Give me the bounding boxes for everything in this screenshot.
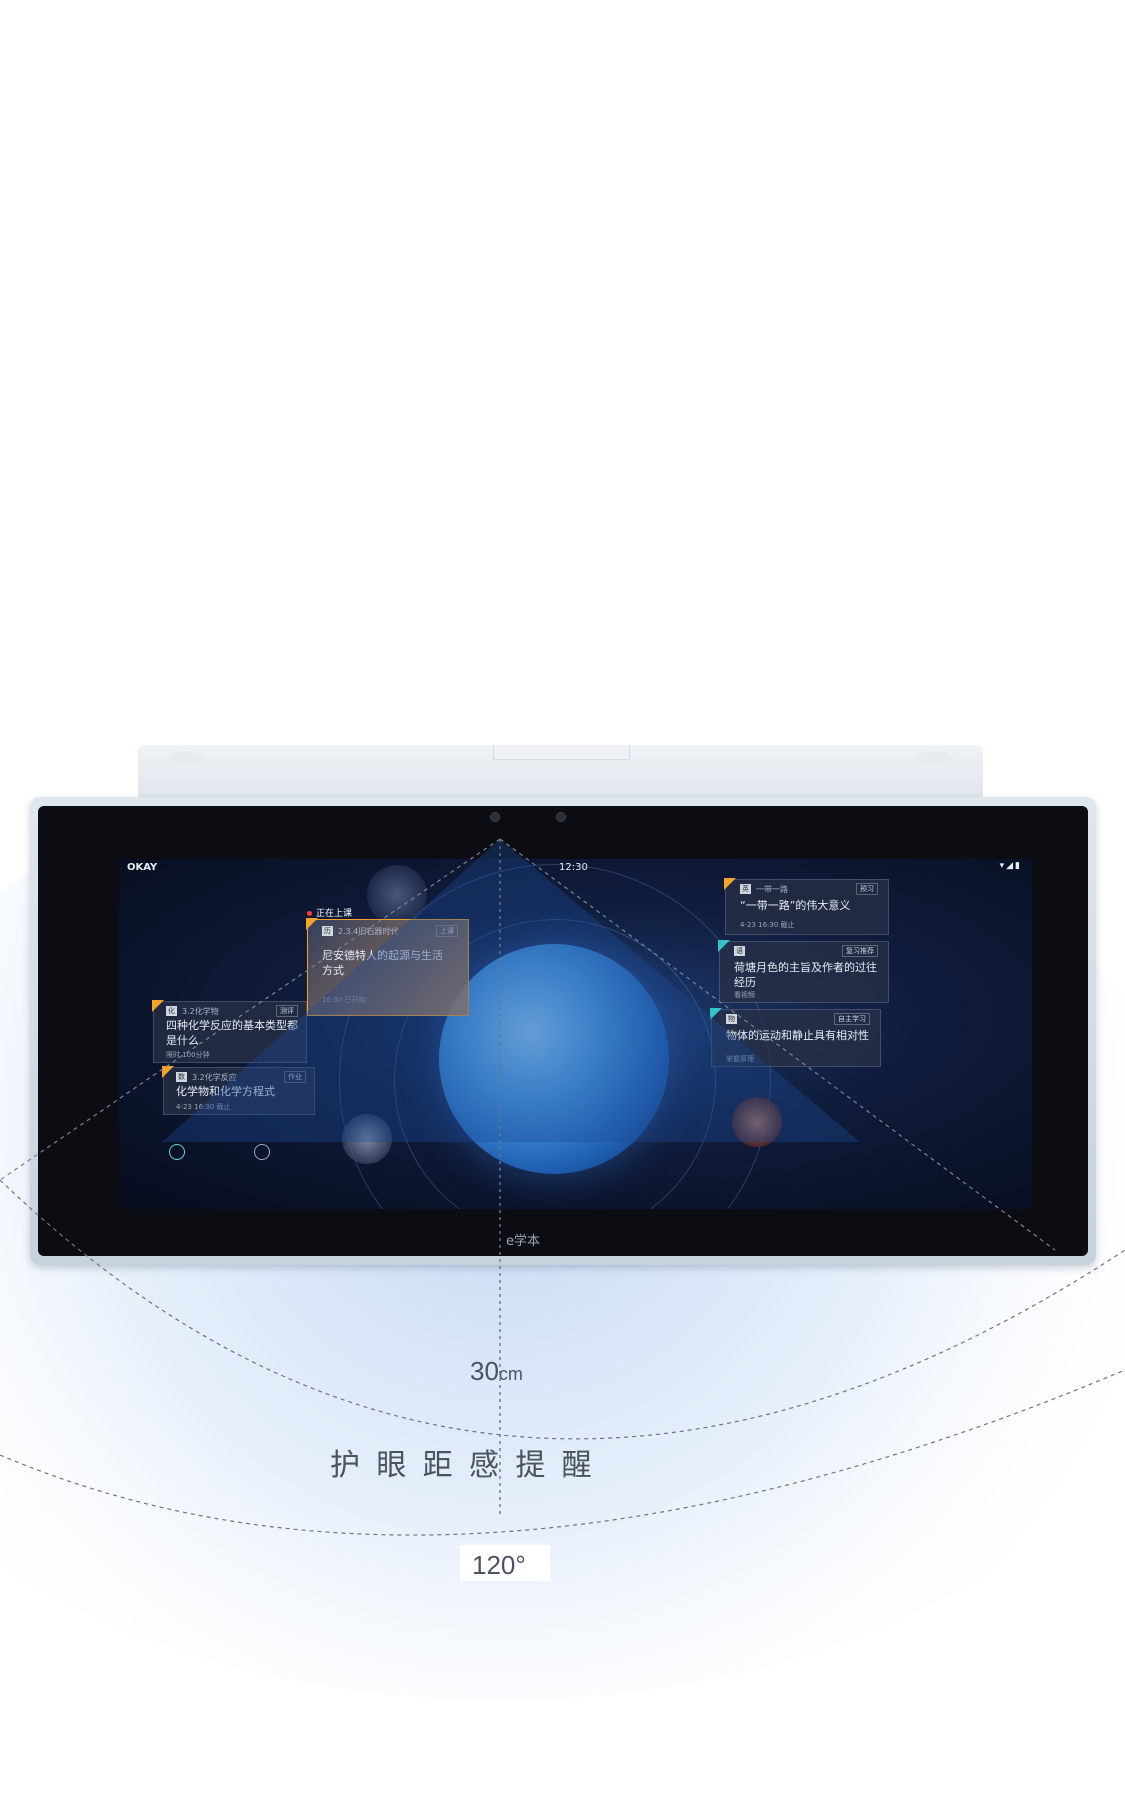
lesson-title: 荷塘月色的主旨及作者的过往经历: [734, 961, 877, 989]
lesson-code: 2.3.4旧石器时代: [338, 927, 399, 936]
task-card[interactable]: 物 自主学习 物体的运动和静止具有相对性 掌握原理: [710, 1008, 881, 1067]
lesson-title: 物体的运动和静止具有相对性: [726, 1029, 869, 1042]
lesson-title: 化学物和化学方程式: [176, 1085, 275, 1098]
subject-badge: 化: [166, 1006, 177, 1016]
status-brand: OKAY: [127, 862, 158, 873]
distance-unit: cm: [498, 1364, 523, 1384]
rank-badge: [718, 940, 730, 952]
distance-label: 30cm: [470, 1356, 523, 1387]
angle-label: 120°: [472, 1550, 526, 1580]
lesson-code: 3.2化学反应: [192, 1073, 237, 1082]
lesson-deadline: 限时 100分钟: [166, 1051, 210, 1059]
lesson-title: “一带一路”的伟大意义: [740, 899, 851, 912]
lesson-tag: 上课: [436, 925, 458, 937]
lesson-code: 一带一路: [756, 885, 788, 894]
lesson-tag: 自主学习: [834, 1013, 870, 1025]
rubber-foot: [917, 751, 953, 765]
signal-battery-icon: ▾◢▮: [999, 861, 1022, 871]
rank-badge: [162, 1066, 174, 1078]
planet-small-icon: [367, 865, 427, 925]
task-card[interactable]: 语 复习推荐 荷塘月色的主旨及作者的过往经历 看视频: [718, 940, 889, 1003]
tablet-frame: OKAY 12:30 ▾◢▮ 正在上课 历 2.3.4旧石器时代 上课 尼安德特…: [30, 797, 1096, 1265]
subject-badge: 历: [322, 926, 333, 936]
subject-badge: 语: [734, 946, 745, 956]
satellite-icon[interactable]: [169, 1144, 185, 1160]
tablet-screen: OKAY 12:30 ▾◢▮ 正在上课 历 2.3.4旧石器时代 上课 尼安德特…: [119, 859, 1032, 1209]
planet-small-icon: [342, 1114, 392, 1164]
lesson-hint: 看视频: [734, 991, 755, 999]
rubber-foot: [168, 751, 204, 765]
lesson-deadline: 4-23 16:30 截止: [176, 1103, 231, 1111]
planet-small-icon: [732, 1097, 782, 1147]
subject-badge: 英: [740, 884, 751, 894]
distance-value: 30: [470, 1356, 499, 1386]
laptop-base: [138, 745, 983, 805]
sensor-icon: [556, 812, 566, 822]
tablet-brand-logo: e学本: [506, 1234, 540, 1249]
feature-title: 护 眼 距 感 提 醒: [330, 1449, 596, 1482]
hinge: [493, 745, 630, 760]
lesson-title: 四种化学反应的基本类型都是什么: [166, 1019, 298, 1047]
subject-badge: 数: [176, 1072, 187, 1082]
rank-badge: [306, 918, 318, 930]
rank-badge: [724, 878, 736, 890]
planet-illustration: [439, 944, 669, 1174]
current-class-card[interactable]: 历 2.3.4旧石器时代 上课 尼安德特人的起源与生活方式 16:30 已开始: [306, 918, 469, 1016]
lesson-code: 3.2化学物: [182, 1007, 219, 1016]
rank-badge: [152, 1000, 164, 1012]
rank-badge: [710, 1008, 722, 1020]
task-card[interactable]: 数 3.2化学反应 作业 化学物和化学方程式 4-23 16:30 截止: [162, 1066, 315, 1115]
lesson-deadline: 4-23 16:30 截止: [740, 921, 795, 929]
lesson-tag: 预习: [856, 883, 878, 895]
task-card[interactable]: 英 一带一路 预习 “一带一路”的伟大意义 4-23 16:30 截止: [724, 878, 889, 935]
lesson-status: 16:30 已开始: [322, 996, 366, 1004]
lesson-hint: 掌握原理: [726, 1055, 754, 1063]
lesson-title: 尼安德特人的起源与生活方式: [322, 949, 443, 977]
lesson-tag: 作业: [284, 1071, 306, 1083]
target-icon[interactable]: [254, 1144, 270, 1160]
tablet-bezel: OKAY 12:30 ▾◢▮ 正在上课 历 2.3.4旧石器时代 上课 尼安德特…: [38, 806, 1088, 1256]
lesson-tag: 复习推荐: [842, 945, 878, 957]
lesson-tag: 测评: [276, 1005, 298, 1017]
task-card[interactable]: 化 3.2化学物 测评 四种化学反应的基本类型都是什么 限时 100分钟: [152, 1000, 307, 1063]
subject-badge: 物: [726, 1014, 737, 1024]
camera-icon: [490, 812, 500, 822]
